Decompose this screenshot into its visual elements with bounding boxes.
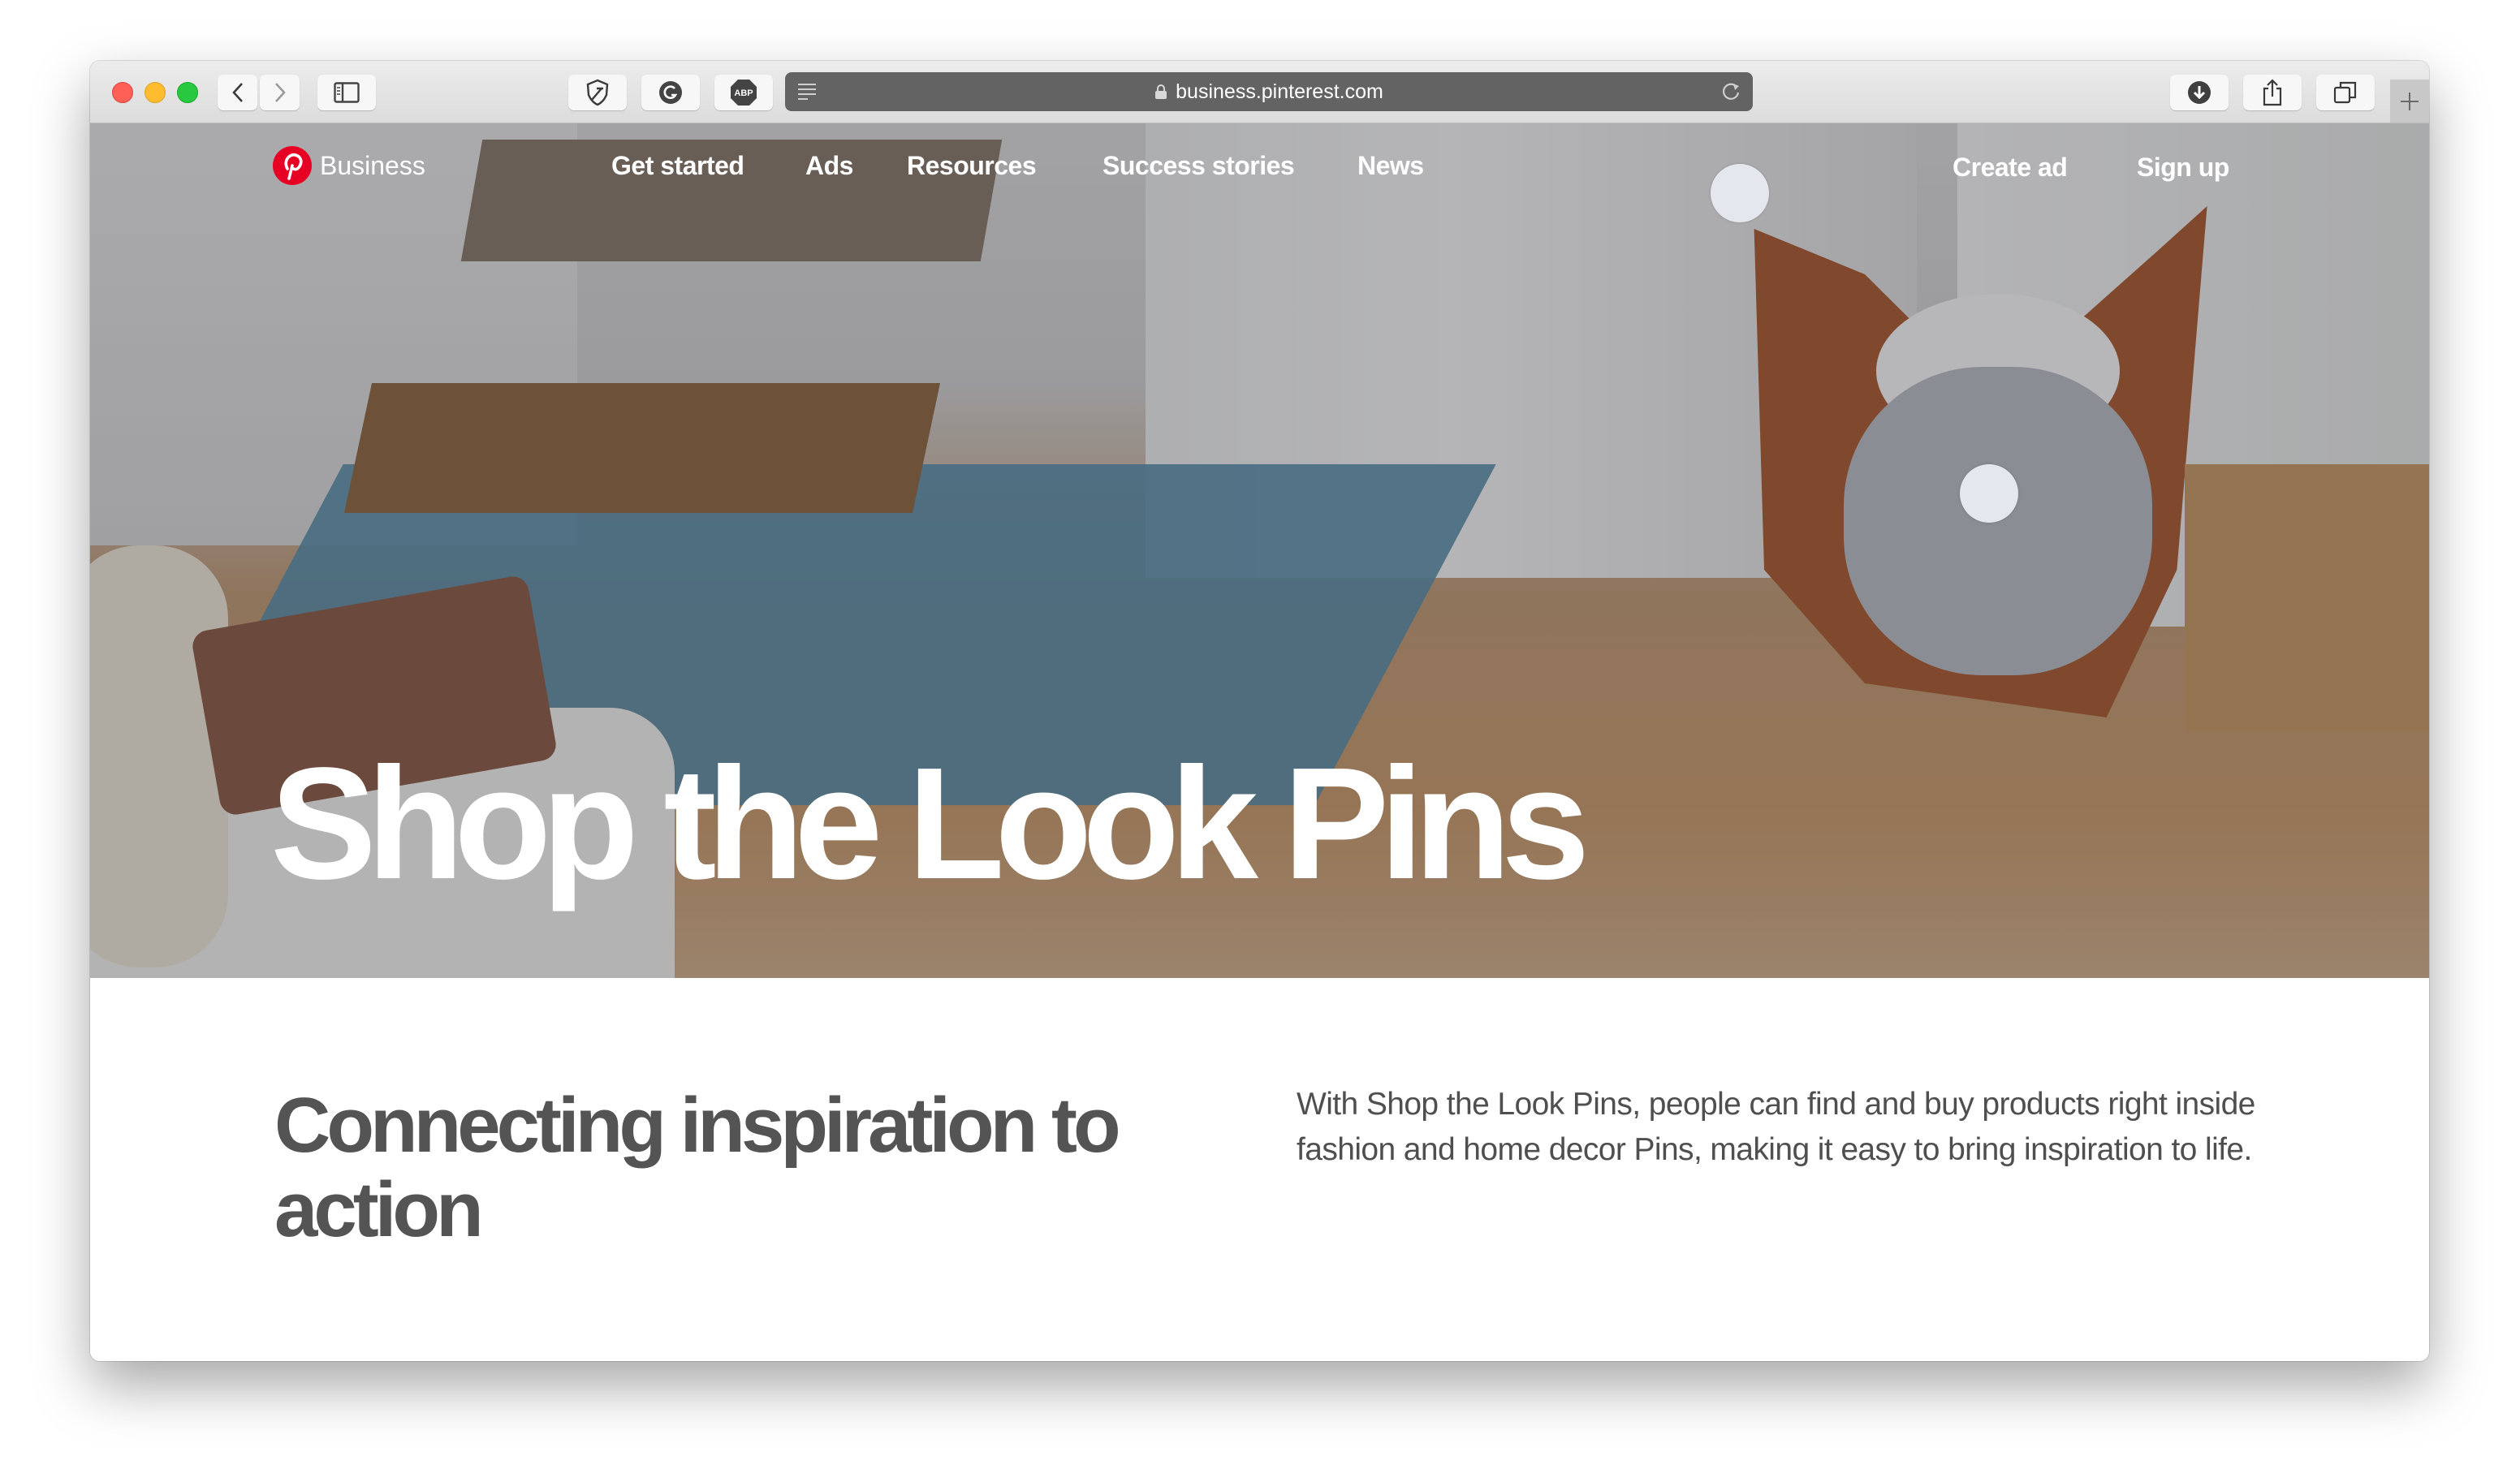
tabs-icon <box>2333 81 2357 104</box>
adblock-icon: ABP <box>731 80 757 106</box>
chevron-left-icon <box>231 83 243 102</box>
section-body: With Shop the Look Pins, people can find… <box>1297 1087 2255 1167</box>
adblock-label: ABP <box>734 88 753 98</box>
address-bar[interactable]: business.pinterest.com <box>785 72 1753 111</box>
downloads-button[interactable] <box>2170 75 2229 110</box>
nav-success-stories[interactable]: Success stories <box>1102 151 1295 181</box>
site-nav: Business Get started Ads Resources Succe… <box>90 123 2429 205</box>
hero-title: Shop the Look Pins <box>270 735 1590 912</box>
share-button[interactable] <box>2243 75 2302 110</box>
plus-icon <box>2401 92 2419 110</box>
pinterest-business-logo[interactable]: Business <box>273 146 425 185</box>
lock-icon <box>1155 84 1167 99</box>
section-heading: Connecting inspiration to action <box>274 1082 1121 1253</box>
browser-window: ABP business.pinterest.com Business Get … <box>90 61 2429 1361</box>
sign-up-link[interactable]: Sign up <box>2137 153 2229 183</box>
share-icon <box>2263 79 2282 106</box>
back-button[interactable] <box>218 75 257 110</box>
download-icon <box>2188 81 2211 104</box>
browser-toolbar: ABP business.pinterest.com <box>90 61 2429 123</box>
pinterest-logo-icon <box>273 146 312 185</box>
logo-text: Business <box>320 150 425 180</box>
adblock-extension-button[interactable]: ABP <box>714 75 773 110</box>
sidebar-button[interactable] <box>317 75 376 110</box>
reload-icon[interactable] <box>1720 81 1741 102</box>
url-text: business.pinterest.com <box>1176 80 1383 103</box>
nav-get-started[interactable]: Get started <box>611 151 744 181</box>
product-hotspot[interactable] <box>1960 464 2018 523</box>
reader-view-icon <box>798 84 816 100</box>
forward-button[interactable] <box>260 75 300 110</box>
close-window-button[interactable] <box>112 82 133 103</box>
chevron-right-icon <box>274 83 286 102</box>
shield-icon <box>586 79 609 106</box>
grammarly-icon <box>659 81 682 104</box>
sidebar-icon <box>334 82 360 103</box>
grammarly-extension-button[interactable] <box>641 75 700 110</box>
new-tab-button[interactable] <box>2390 80 2429 123</box>
shield-extension-button[interactable] <box>568 75 627 110</box>
zoom-window-button[interactable] <box>177 82 198 103</box>
create-ad-link[interactable]: Create ad <box>1953 153 2068 183</box>
nav-ads[interactable]: Ads <box>805 151 853 181</box>
hero-banner: Business Get started Ads Resources Succe… <box>90 123 2429 978</box>
nav-news[interactable]: News <box>1357 151 1424 181</box>
minimize-window-button[interactable] <box>145 82 166 103</box>
tab-overview-button[interactable] <box>2316 75 2375 110</box>
nav-resources[interactable]: Resources <box>907 151 1037 181</box>
intro-section: Connecting inspiration to action With Sh… <box>90 978 2429 1361</box>
